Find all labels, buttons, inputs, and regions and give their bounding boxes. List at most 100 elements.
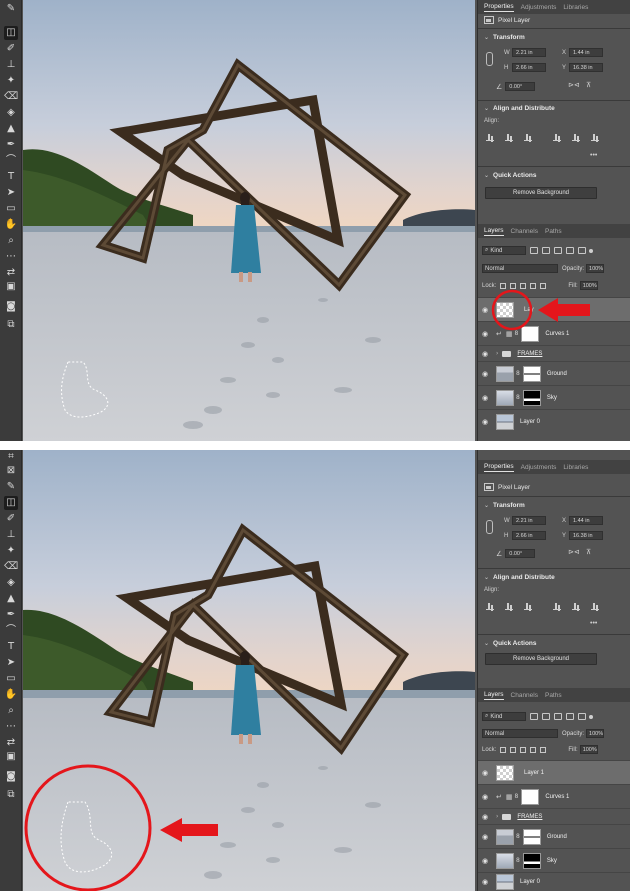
eye-icon[interactable]: ◉: [478, 306, 492, 314]
lock-all-icon[interactable]: [540, 746, 547, 753]
chevron-right-icon[interactable]: ›: [496, 813, 498, 820]
layer-row[interactable]: ◉ 8 Ground: [478, 824, 630, 848]
lock-all-icon[interactable]: [540, 282, 547, 289]
lock-image-icon[interactable]: [510, 282, 517, 289]
healing-icon[interactable]: ✦: [4, 74, 18, 88]
path-select-icon[interactable]: ➤: [4, 656, 18, 670]
layer-row[interactable]: ◉ Layer 0: [478, 409, 630, 433]
screen-mode-icon[interactable]: ⧉: [4, 318, 18, 332]
tab-libraries[interactable]: Libraries: [563, 4, 588, 11]
pen-icon[interactable]: ⌒: [4, 154, 18, 168]
quick-actions-header[interactable]: ⌄ Quick Actions: [484, 172, 537, 179]
brush-icon[interactable]: ✐: [4, 42, 18, 56]
marquee-icon[interactable]: ◫: [4, 26, 18, 40]
screen-mode-icon[interactable]: ⧉: [4, 788, 18, 802]
eye-icon[interactable]: ◉: [478, 813, 492, 821]
flip-vertical-icon[interactable]: ⊼: [586, 548, 591, 556]
eye-icon[interactable]: ◉: [478, 418, 492, 426]
quick-actions-header[interactable]: ⌄ Quick Actions: [484, 640, 537, 647]
swap-icon[interactable]: ⇄: [4, 266, 18, 280]
tab-libraries[interactable]: Libraries: [563, 464, 588, 471]
transform-header[interactable]: ⌄ Transform: [484, 502, 525, 509]
height-field[interactable]: 2.66 in: [512, 531, 546, 540]
opacity-field[interactable]: 100%: [586, 729, 605, 738]
brush-icon[interactable]: ✐: [4, 512, 18, 526]
tab-adjustments[interactable]: Adjustments: [521, 4, 557, 11]
shape-filter-icon[interactable]: [566, 247, 574, 254]
pen-icon[interactable]: ✒: [4, 138, 18, 152]
align-bottom-icon[interactable]: [591, 134, 599, 141]
zoom-icon[interactable]: ⌕: [4, 234, 18, 248]
filter-toggle-icon[interactable]: [589, 248, 593, 253]
more-icon[interactable]: ⋯: [4, 720, 18, 734]
x-field[interactable]: 1.44 in: [569, 516, 603, 525]
pen-icon[interactable]: ✒: [4, 608, 18, 622]
path-select-icon[interactable]: ➤: [4, 186, 18, 200]
triangle-icon[interactable]: ▲: [4, 122, 18, 136]
more-options-icon[interactable]: •••: [590, 152, 597, 159]
lock-artboard-icon[interactable]: [530, 746, 537, 753]
bucket-icon[interactable]: ◈: [4, 106, 18, 120]
blend-mode-select[interactable]: Normal: [482, 729, 558, 738]
zoom-icon[interactable]: ⌕: [4, 704, 18, 718]
frame-icon[interactable]: ⊠: [4, 464, 18, 478]
type-icon[interactable]: T: [4, 170, 18, 184]
quickmask-icon[interactable]: ◙: [4, 770, 18, 784]
align-header[interactable]: ⌄ Align and Distribute: [484, 574, 555, 581]
angle-field[interactable]: 0.00°: [505, 549, 536, 558]
layer-row[interactable]: ◉ Lay: [478, 297, 630, 321]
align-right-icon[interactable]: [524, 603, 532, 610]
pixel-filter-icon[interactable]: [530, 713, 538, 720]
stamp-icon[interactable]: ⊥: [4, 528, 18, 542]
smart-filter-icon[interactable]: [578, 247, 586, 254]
flip-horizontal-icon[interactable]: ⊳⊲: [568, 81, 580, 89]
smart-filter-icon[interactable]: [578, 713, 586, 720]
tab-paths[interactable]: Paths: [545, 692, 562, 699]
eye-icon[interactable]: ◉: [478, 793, 492, 801]
more-options-icon[interactable]: •••: [590, 620, 597, 627]
remove-background-button[interactable]: Remove Background: [485, 187, 597, 199]
swap-icon[interactable]: ⇄: [4, 736, 18, 750]
align-header[interactable]: ⌄ Align and Distribute: [484, 105, 555, 112]
quickmask-icon[interactable]: ◙: [4, 300, 18, 314]
align-middle-icon[interactable]: [572, 603, 580, 610]
width-field[interactable]: 2.21 in: [512, 48, 546, 57]
eraser-icon[interactable]: ⌫: [4, 560, 18, 574]
height-field[interactable]: 2.66 in: [512, 63, 546, 72]
tab-channels[interactable]: Channels: [511, 692, 538, 699]
bucket-icon[interactable]: ◈: [4, 576, 18, 590]
rectangle-icon[interactable]: ▭: [4, 672, 18, 686]
align-bottom-icon[interactable]: [591, 603, 599, 610]
eye-icon[interactable]: ◉: [478, 878, 492, 886]
eye-icon[interactable]: ◉: [478, 833, 492, 841]
width-field[interactable]: 2.21 in: [512, 516, 546, 525]
chevron-right-icon[interactable]: ›: [496, 350, 498, 357]
layer-group-row[interactable]: ◉ › FRAMES: [478, 345, 630, 361]
eyedropper-icon[interactable]: ✎: [4, 480, 18, 494]
align-middle-icon[interactable]: [572, 134, 580, 141]
lock-position-icon[interactable]: [520, 282, 527, 289]
angle-field[interactable]: 0.00°: [505, 82, 536, 91]
hand-icon[interactable]: ✋: [4, 688, 18, 702]
color-swatch-icon[interactable]: ▣: [4, 750, 18, 764]
layer-row[interactable]: ◉ 8 Sky: [478, 385, 630, 409]
flip-vertical-icon[interactable]: ⊼: [586, 81, 591, 89]
eraser-icon[interactable]: ⌫: [4, 90, 18, 104]
eye-icon[interactable]: ◉: [478, 370, 492, 378]
align-top-icon[interactable]: [553, 603, 561, 610]
more-icon[interactable]: ⋯: [4, 250, 18, 264]
rectangle-icon[interactable]: ▭: [4, 202, 18, 216]
tab-layers[interactable]: Layers: [484, 691, 504, 700]
eye-icon[interactable]: ◉: [478, 857, 492, 865]
shape-filter-icon[interactable]: [566, 713, 574, 720]
fill-field[interactable]: 100%: [579, 281, 598, 290]
layer-row[interactable]: ◉ Layer 1: [478, 760, 630, 784]
link-icon[interactable]: [486, 52, 493, 66]
tab-properties[interactable]: Properties: [484, 463, 514, 472]
layer-group-row[interactable]: ◉ › FRAMES: [478, 808, 630, 824]
align-center-icon[interactable]: [505, 603, 513, 610]
remove-background-button[interactable]: Remove Background: [485, 653, 597, 665]
align-left-icon[interactable]: [486, 603, 494, 610]
lock-transparent-icon[interactable]: [500, 746, 507, 753]
color-swatch-icon[interactable]: ▣: [4, 280, 18, 294]
